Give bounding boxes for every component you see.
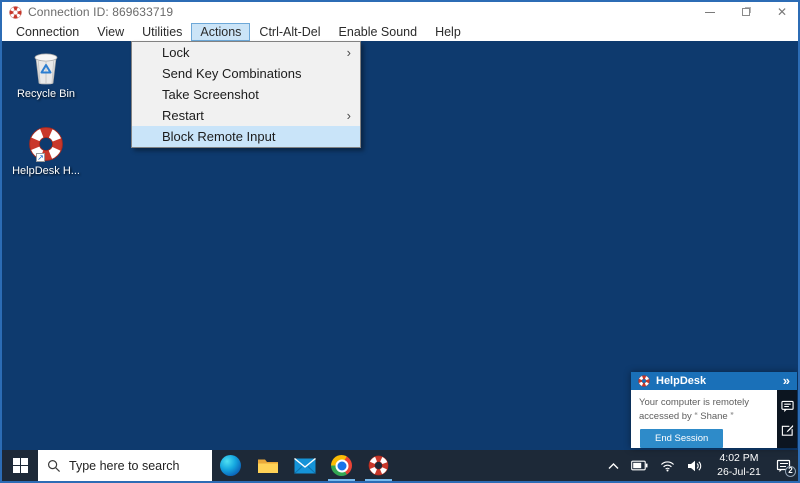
menu-item-block-remote-input[interactable]: Block Remote Input <box>132 126 360 147</box>
helpdesk-panel-title: HelpDesk <box>656 375 783 387</box>
system-tray: 4:02 PM 26-Jul-21 2 <box>608 450 798 481</box>
taskbar: 4:02 PM 26-Jul-21 2 <box>2 450 798 481</box>
menu-item-send-key-combinations[interactable]: Send Key Combinations <box>132 63 360 84</box>
helpdesk-taskbar-icon <box>368 455 389 476</box>
network-icon[interactable] <box>660 460 675 472</box>
helpdesk-logo-icon <box>638 375 650 387</box>
desktop-icon-label: Recycle Bin <box>17 88 75 100</box>
file-explorer-icon <box>257 457 279 475</box>
remote-desktop-area: Recycle Bin ↗ HelpDesk H... Lock › Send … <box>2 41 798 450</box>
helpdesk-shortcut-icon: ↗ <box>28 126 64 162</box>
shortcut-arrow-icon: ↗ <box>36 153 45 162</box>
search-icon <box>47 459 61 473</box>
taskbar-app-chrome[interactable] <box>323 450 360 481</box>
menu-view[interactable]: View <box>88 23 133 41</box>
chrome-icon <box>331 455 352 476</box>
close-icon[interactable]: ✕ <box>776 6 788 18</box>
menubar: Connection View Utilities Actions Ctrl-A… <box>2 22 798 41</box>
remote-access-message: Your computer is remotely accessed by “ … <box>639 396 770 425</box>
helpdesk-message-area: Your computer is remotely accessed by “ … <box>631 390 777 449</box>
taskbar-app-edge[interactable] <box>212 450 249 481</box>
recycle-bin-icon <box>31 49 61 85</box>
desktop-icons: Recycle Bin ↗ HelpDesk H... <box>14 49 78 203</box>
chat-icon[interactable] <box>781 400 794 413</box>
helpdesk-panel-header: HelpDesk » <box>631 372 797 390</box>
menu-enable-sound[interactable]: Enable Sound <box>330 23 427 41</box>
end-session-button[interactable]: End Session <box>640 429 723 448</box>
mail-icon <box>294 458 316 474</box>
menu-utilities[interactable]: Utilities <box>133 23 191 41</box>
annotate-icon[interactable] <box>781 424 794 437</box>
expand-panel-icon[interactable]: » <box>783 373 790 388</box>
taskbar-search[interactable] <box>38 450 212 481</box>
start-button[interactable] <box>2 450 38 481</box>
menu-actions[interactable]: Actions <box>191 23 250 41</box>
taskbar-app-mail[interactable] <box>286 450 323 481</box>
window-controls: ✕ <box>704 2 788 22</box>
desktop-icon-label: HelpDesk H... <box>12 165 80 177</box>
helpdesk-tool-strip <box>777 390 797 449</box>
menu-item-take-screenshot[interactable]: Take Screenshot <box>132 84 360 105</box>
action-center-icon[interactable]: 2 <box>776 458 792 474</box>
helpdesk-session-panel: HelpDesk » Your computer is remotely acc… <box>631 372 797 448</box>
notification-badge: 2 <box>785 466 796 477</box>
menu-help[interactable]: Help <box>426 23 470 41</box>
titlebar: Connection ID: 869633719 ✕ <box>2 2 798 22</box>
maximize-icon[interactable] <box>740 6 752 18</box>
tray-clock[interactable]: 4:02 PM 26-Jul-21 <box>714 452 764 479</box>
taskbar-app-helpdesk[interactable] <box>360 450 397 481</box>
windows-logo-icon <box>13 458 28 473</box>
desktop-icon-recycle-bin[interactable]: Recycle Bin <box>14 49 78 100</box>
active-app-indicator <box>365 479 392 481</box>
active-app-indicator <box>328 479 355 481</box>
search-input[interactable] <box>69 459 199 473</box>
helpdesk-panel-body: Your computer is remotely accessed by “ … <box>631 390 797 449</box>
actions-dropdown-menu: Lock › Send Key Combinations Take Screen… <box>131 41 361 148</box>
remote-desktop-window: Connection ID: 869633719 ✕ Connection Vi… <box>0 0 800 483</box>
tray-time: 4:02 PM <box>714 452 764 466</box>
menu-item-restart[interactable]: Restart › <box>132 105 360 126</box>
submenu-arrow-icon: › <box>347 108 351 123</box>
tray-date: 26-Jul-21 <box>714 466 764 480</box>
battery-icon[interactable] <box>631 460 648 471</box>
volume-icon[interactable] <box>687 460 702 472</box>
window-title: Connection ID: 869633719 <box>28 5 173 19</box>
menu-connection[interactable]: Connection <box>7 23 88 41</box>
submenu-arrow-icon: › <box>347 45 351 60</box>
minimize-icon[interactable] <box>704 6 716 18</box>
show-hidden-icons-chevron[interactable] <box>608 462 619 470</box>
menu-ctrl-alt-del[interactable]: Ctrl-Alt-Del <box>250 23 329 41</box>
desktop-icon-helpdesk[interactable]: ↗ HelpDesk H... <box>14 126 78 177</box>
menu-item-lock[interactable]: Lock › <box>132 42 360 63</box>
taskbar-app-file-explorer[interactable] <box>249 450 286 481</box>
edge-icon <box>220 455 241 476</box>
helpdesk-app-icon <box>9 6 22 19</box>
